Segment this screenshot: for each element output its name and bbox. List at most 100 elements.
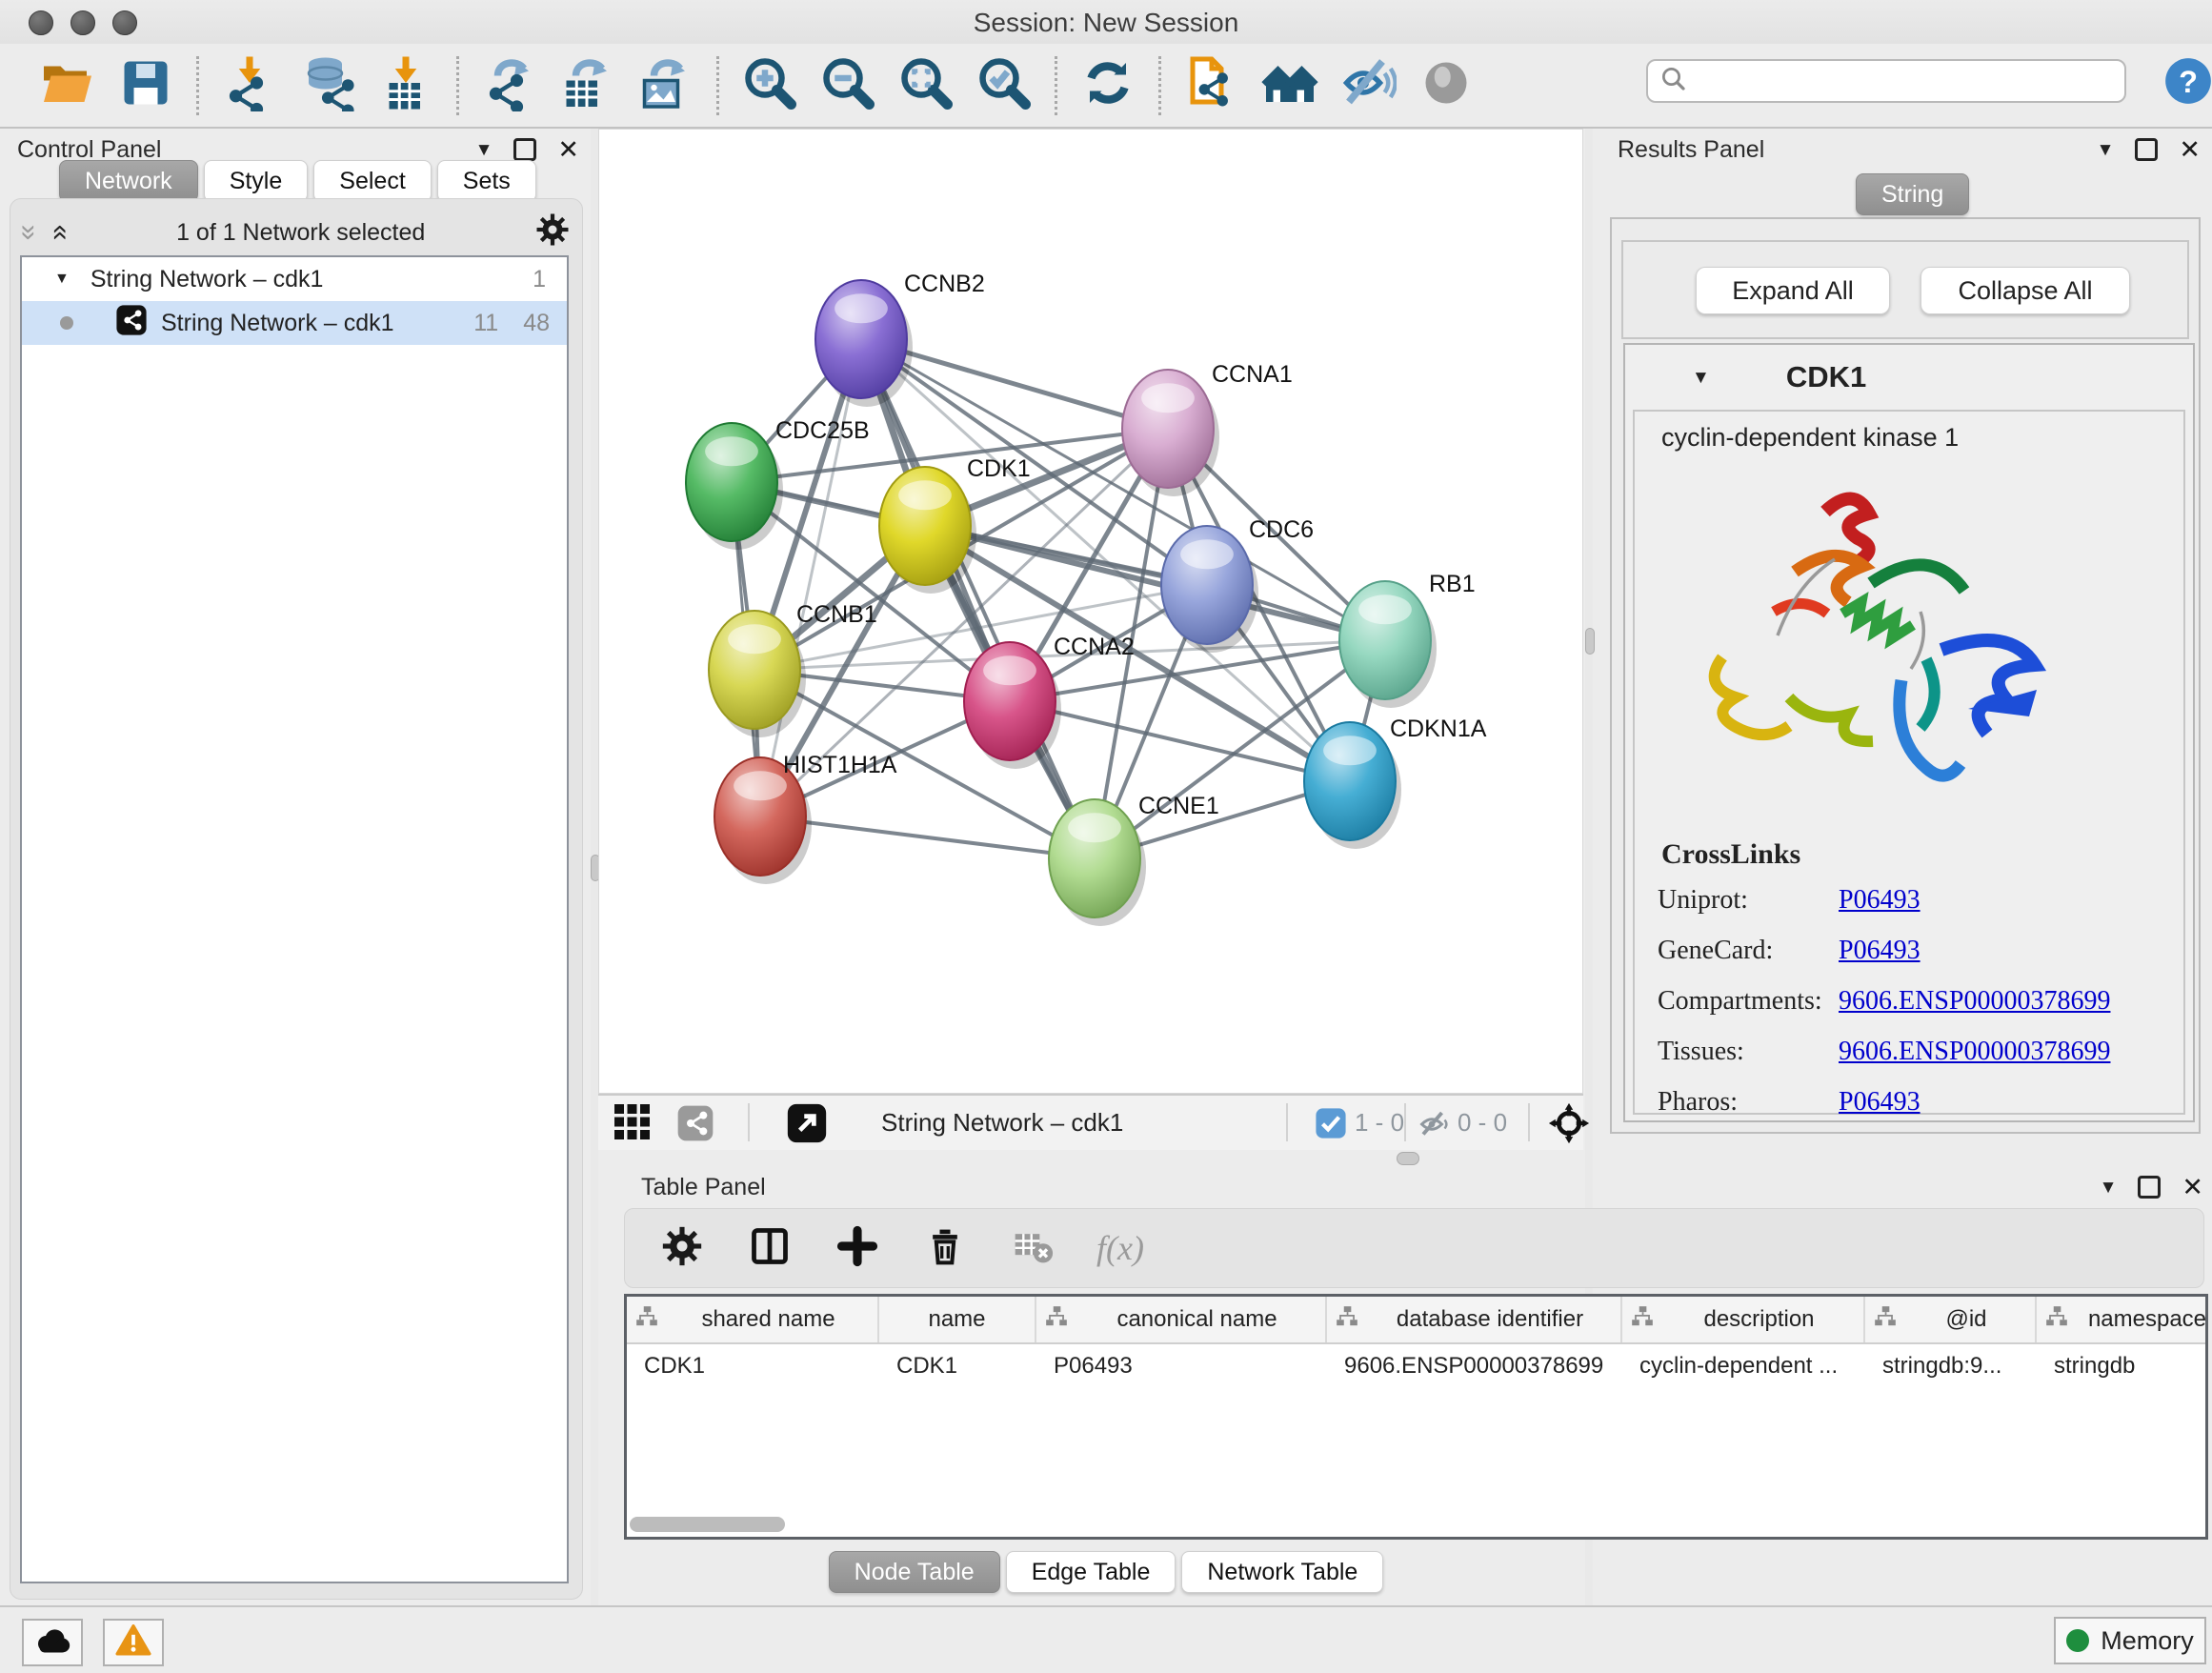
export-network-button[interactable] bbox=[471, 50, 549, 121]
toggle-indicator-button[interactable] bbox=[1407, 50, 1485, 121]
session-home-button[interactable] bbox=[1251, 50, 1329, 121]
table-cell[interactable]: stringdb:9... bbox=[1865, 1344, 2037, 1388]
table-panel-close-icon[interactable]: ✕ bbox=[2182, 1175, 2203, 1200]
column-header-database-identifier[interactable]: database identifier bbox=[1327, 1297, 1622, 1342]
table-cell[interactable]: P06493 bbox=[1036, 1344, 1327, 1388]
selected-checkbox-icon[interactable] bbox=[1315, 1107, 1347, 1144]
control-panel-close-icon[interactable]: ✕ bbox=[557, 137, 579, 163]
tab-network[interactable]: Network bbox=[59, 160, 198, 202]
collapse-all-button[interactable]: Collapse All bbox=[1920, 267, 2130, 314]
node-table[interactable]: shared name name canonical name database… bbox=[624, 1294, 2208, 1540]
network-node-ccna1[interactable]: CCNA1 bbox=[1122, 361, 1293, 496]
cloud-status-button[interactable] bbox=[22, 1619, 83, 1666]
table-cell[interactable]: CDK1 bbox=[627, 1344, 879, 1388]
table-cell[interactable]: stringdb bbox=[2037, 1344, 2208, 1388]
zoom-out-button[interactable] bbox=[809, 50, 887, 121]
move-crosshair-icon[interactable] bbox=[1547, 1101, 1591, 1150]
network-options-gear-icon[interactable] bbox=[535, 212, 570, 253]
file-network-button[interactable] bbox=[1173, 50, 1251, 121]
network-edge[interactable] bbox=[925, 526, 1385, 640]
network-collection-row[interactable]: ▼ String Network – cdk1 1 bbox=[22, 257, 567, 301]
function-builder-button[interactable]: f(x) bbox=[1094, 1221, 1147, 1275]
hidden-eye-icon[interactable] bbox=[1418, 1107, 1452, 1146]
import-network-from-file-button[interactable] bbox=[211, 50, 289, 121]
network-node-ccna2[interactable]: CCNA2 bbox=[964, 634, 1135, 769]
column-header-canonical-name[interactable]: canonical name bbox=[1036, 1297, 1327, 1342]
collection-collapse-icon[interactable]: ▼ bbox=[54, 272, 70, 287]
collapse-all-networks-icon[interactable]: » bbox=[44, 225, 72, 241]
grid-view-icon[interactable] bbox=[614, 1104, 653, 1147]
table-settings-gear-button[interactable] bbox=[655, 1221, 709, 1275]
delete-column-button[interactable] bbox=[918, 1221, 972, 1275]
network-node-rb1[interactable]: RB1 bbox=[1339, 571, 1476, 708]
delete-table-button[interactable] bbox=[1006, 1221, 1059, 1275]
network-edge[interactable] bbox=[861, 339, 1095, 858]
control-panel-menu-icon[interactable]: ▼ bbox=[475, 141, 493, 159]
column-header-namespace[interactable]: namespace bbox=[2037, 1297, 2208, 1342]
memory-button[interactable]: Memory bbox=[2054, 1617, 2206, 1664]
column-header-name[interactable]: name bbox=[879, 1297, 1036, 1342]
save-session-button[interactable] bbox=[107, 50, 185, 121]
refresh-view-button[interactable] bbox=[1069, 50, 1147, 121]
tab-network-table[interactable]: Network Table bbox=[1181, 1551, 1383, 1593]
search-input[interactable] bbox=[1688, 67, 2092, 95]
node-label: CDK1 bbox=[967, 455, 1031, 482]
tab-node-table[interactable]: Node Table bbox=[829, 1551, 1000, 1593]
network-node-ccne1[interactable]: CCNE1 bbox=[1049, 793, 1219, 926]
tab-string[interactable]: String bbox=[1856, 173, 1969, 215]
crosslink-link[interactable]: P06493 bbox=[1839, 885, 1920, 916]
control-panel-float-icon[interactable] bbox=[513, 138, 536, 161]
right-splitter-handle[interactable] bbox=[1585, 628, 1595, 655]
table-cell[interactable]: cyclin-dependent ... bbox=[1622, 1344, 1865, 1388]
network-graph[interactable]: CCNB2 CCNA1 CDC25B CDK1 CDC6 bbox=[599, 130, 1582, 1093]
column-header-shared-name[interactable]: shared name bbox=[627, 1297, 879, 1342]
network-row[interactable]: String Network – cdk1 11 48 bbox=[22, 301, 567, 345]
gene-collapse-icon[interactable]: ▼ bbox=[1692, 369, 1710, 387]
tab-edge-table[interactable]: Edge Table bbox=[1006, 1551, 1176, 1593]
table-cell[interactable]: 9606.ENSP00000378699 bbox=[1327, 1344, 1622, 1388]
zoom-in-button[interactable] bbox=[731, 50, 809, 121]
network-node-ccnb2[interactable]: CCNB2 bbox=[815, 271, 985, 407]
table-panel-float-icon[interactable] bbox=[2138, 1176, 2161, 1199]
crosslink-link[interactable]: P06493 bbox=[1839, 1087, 1920, 1118]
warnings-button[interactable] bbox=[103, 1619, 164, 1666]
table-panel-menu-icon[interactable]: ▼ bbox=[2100, 1179, 2118, 1197]
left-splitter[interactable] bbox=[591, 129, 598, 1605]
column-header-description[interactable]: description bbox=[1622, 1297, 1865, 1342]
tab-select[interactable]: Select bbox=[313, 160, 431, 202]
network-share-icon[interactable] bbox=[676, 1104, 714, 1147]
zoom-selected-button[interactable] bbox=[965, 50, 1043, 121]
results-panel-menu-icon[interactable]: ▼ bbox=[2097, 141, 2115, 159]
table-cell[interactable]: CDK1 bbox=[879, 1344, 1036, 1388]
network-node-cdc25b[interactable]: CDC25B bbox=[686, 417, 870, 550]
split-columns-button[interactable] bbox=[743, 1221, 796, 1275]
network-node-hist1h1a[interactable]: HIST1H1A bbox=[714, 752, 897, 884]
network-canvas[interactable]: CCNB2 CCNA1 CDC25B CDK1 CDC6 bbox=[598, 129, 1583, 1094]
add-column-button[interactable] bbox=[831, 1221, 884, 1275]
network-edge[interactable] bbox=[760, 339, 861, 816]
expand-all-button[interactable]: Expand All bbox=[1696, 267, 1890, 314]
export-table-button[interactable] bbox=[549, 50, 627, 121]
crosslink-link[interactable]: P06493 bbox=[1839, 936, 1920, 966]
tab-sets[interactable]: Sets bbox=[437, 160, 536, 202]
open-file-button[interactable] bbox=[29, 50, 107, 121]
table-horizontal-scrollbar[interactable] bbox=[630, 1517, 785, 1532]
birds-eye-view-icon[interactable] bbox=[786, 1102, 828, 1149]
import-table-from-file-button[interactable] bbox=[367, 50, 445, 121]
results-panel-float-icon[interactable] bbox=[2135, 138, 2158, 161]
tab-style[interactable]: Style bbox=[204, 160, 309, 202]
expand-all-networks-icon[interactable]: » bbox=[14, 225, 43, 241]
export-image-button[interactable] bbox=[627, 50, 705, 121]
results-panel-close-icon[interactable]: ✕ bbox=[2179, 137, 2201, 163]
help-button[interactable]: ? bbox=[2163, 56, 2212, 106]
bottom-splitter-handle[interactable] bbox=[1397, 1152, 1419, 1165]
zoom-fit-content-button[interactable] bbox=[887, 50, 965, 121]
column-header--id[interactable]: @id bbox=[1865, 1297, 2037, 1342]
network-node-cdkn1a[interactable]: CDKN1A bbox=[1304, 716, 1487, 849]
crosslink-link[interactable]: 9606.ENSP00000378699 bbox=[1839, 1037, 2110, 1067]
crosslink-link[interactable]: 9606.ENSP00000378699 bbox=[1839, 986, 2110, 1017]
hide-selected-button[interactable] bbox=[1329, 50, 1407, 121]
import-network-from-database-button[interactable] bbox=[289, 50, 367, 121]
network-node-ccnb1[interactable]: CCNB1 bbox=[709, 601, 877, 737]
table-row[interactable]: CDK1CDK1P064939606.ENSP00000378699cyclin… bbox=[627, 1344, 2205, 1388]
